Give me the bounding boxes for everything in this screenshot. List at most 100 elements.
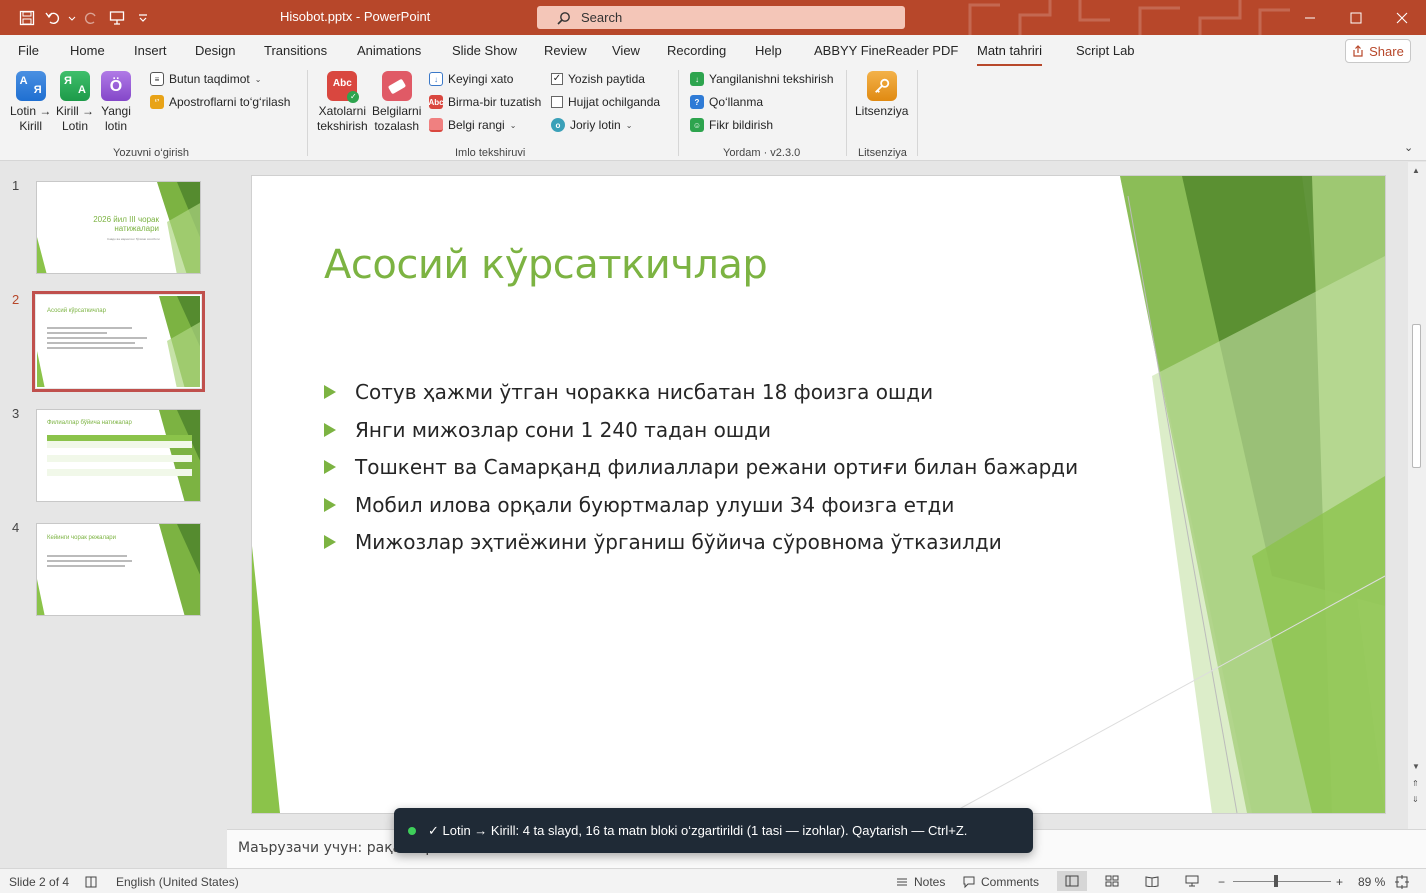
tab-file[interactable]: File <box>18 43 39 58</box>
zoom-in-button[interactable]: + <box>1336 875 1343 889</box>
bullet-item[interactable]: Янги мижозлар сони 1 240 тадан ошди <box>324 418 1078 456</box>
license-label: Litsenziya <box>855 104 909 118</box>
tab-slide-show[interactable]: Slide Show <box>452 43 517 58</box>
tab-review[interactable]: Review <box>544 43 587 58</box>
scrollbar-thumb[interactable] <box>1412 324 1421 468</box>
ribbon-separator <box>678 70 679 156</box>
document-title: Hisobot.pptx - PowerPoint <box>280 9 431 24</box>
slide-thumbnail-1[interactable]: 2026 йил III чорак натижалари Савдо ва м… <box>36 181 201 274</box>
while-typing-checkbox[interactable]: ✓ Yozish paytida <box>551 72 645 86</box>
mark-color-dropdown[interactable]: Belgi rangi ⌄ <box>429 118 516 132</box>
zoom-slider-thumb[interactable] <box>1274 875 1278 887</box>
slide-thumbnail-2[interactable]: Асосий кўрсаткичлар <box>32 291 205 392</box>
slide-sorter-button[interactable] <box>1097 871 1127 891</box>
notes-label: Notes <box>914 875 946 889</box>
tab-design[interactable]: Design <box>195 43 235 58</box>
next-error-button[interactable]: ↓ Keyingi xato <box>429 72 513 86</box>
cyrillic-to-latin-button[interactable]: ЯA Kirill → Lotin <box>56 71 94 134</box>
accessibility-icon[interactable] <box>84 875 98 889</box>
tab-matn-tahriri[interactable]: Matn tahriri <box>977 43 1043 67</box>
tab-view[interactable]: View <box>612 43 640 58</box>
bullet-arrow-icon <box>324 497 336 512</box>
cyrillic-to-latin-label-1: Kirill → <box>56 104 94 118</box>
current-latin-dropdown[interactable]: o Joriy lotin ⌄ <box>551 118 632 132</box>
tab-insert[interactable]: Insert <box>134 43 167 58</box>
mark-color-icon <box>429 118 443 132</box>
zoom-slider-track[interactable] <box>1233 881 1331 882</box>
undo-icon[interactable] <box>40 8 66 28</box>
minimize-button[interactable] <box>1287 0 1333 35</box>
customize-qat-icon[interactable] <box>130 8 156 28</box>
reading-view-button[interactable] <box>1137 871 1167 891</box>
tab-help[interactable]: Help <box>755 43 782 58</box>
manual-button[interactable]: ? Qo‘llanma <box>690 95 763 109</box>
slide-bullet-list[interactable]: Сотув ҳажми ўтган чоракка нисбатан 18 фо… <box>324 380 1078 568</box>
bullet-item[interactable]: Сотув ҳажми ўтган чоракка нисбатан 18 фо… <box>324 380 1078 418</box>
new-latin-button[interactable]: Ö Yangi lotin <box>101 71 131 134</box>
feedback-label: Fikr bildirish <box>709 118 774 132</box>
next-slide-icon[interactable]: ⇓ <box>1412 795 1419 804</box>
bullet-item[interactable]: Тошкент ва Самарқанд филиаллари режани о… <box>324 455 1078 493</box>
bullet-arrow-icon <box>324 460 336 474</box>
latin-to-cyrillic-button[interactable]: AЯ Lotin → Kirill <box>10 71 51 134</box>
presentation-icon[interactable] <box>104 8 130 28</box>
thumbnail-number: 1 <box>12 178 20 193</box>
notes-toggle[interactable]: Notes <box>895 875 945 889</box>
previous-slide-icon[interactable]: ⇑ <box>1412 779 1419 788</box>
normal-view-button[interactable] <box>1057 871 1087 891</box>
tab-transitions[interactable]: Transitions <box>264 43 327 58</box>
language-indicator[interactable]: English (United States) <box>116 875 239 889</box>
bullet-arrow-icon <box>324 535 336 549</box>
cyrillic-to-latin-label-2: Lotin <box>61 119 89 133</box>
ribbon: AЯ Lotin → Kirill ЯA Kirill → Lotin Ö Ya… <box>0 66 1426 161</box>
scroll-up-icon[interactable]: ▲ <box>1412 166 1420 175</box>
slide-show-icon <box>1185 875 1199 887</box>
tab-abbyy[interactable]: ABBYY FineReader PDF <box>814 43 958 58</box>
clear-marks-button[interactable]: Belgilarni tozalash <box>372 71 421 134</box>
search-box[interactable]: Search <box>537 6 905 29</box>
tab-home[interactable]: Home <box>70 43 105 58</box>
comments-toggle[interactable]: Comments <box>962 875 1039 889</box>
maximize-button[interactable] <box>1333 0 1379 35</box>
redo-icon[interactable] <box>78 8 104 28</box>
check-updates-button[interactable]: ↓ Yangilanishni tekshirish <box>690 72 834 86</box>
checkbox-checked[interactable]: ✓ <box>551 73 563 85</box>
undo-dropdown-icon[interactable] <box>66 8 78 28</box>
tab-animations[interactable]: Animations <box>357 43 421 58</box>
slide-counter[interactable]: Slide 2 of 4 <box>9 875 69 889</box>
vertical-scrollbar[interactable]: ▲ ▼ ⇑ ⇓ <box>1408 162 1426 829</box>
fix-apostrophes-button[interactable]: ‘’ Apostroflarni to‘g‘rilash <box>150 95 290 109</box>
on-open-checkbox[interactable]: Hujjat ochilganda <box>551 95 660 109</box>
whole-presentation-label: Butun taqdimot <box>169 72 250 86</box>
feedback-button[interactable]: ☺ Fikr bildirish <box>690 118 773 132</box>
slide-thumbnail-3[interactable]: Филиаллар бўйича натижалар <box>36 409 201 502</box>
new-latin-label-2: lotin <box>104 119 127 133</box>
slide-show-button[interactable] <box>1177 871 1207 891</box>
slide-thumbnail-4[interactable]: Кейинги чорак режалари <box>36 523 201 616</box>
fix-one-by-one-button[interactable]: Abc Birma-bir tuzatish <box>428 95 541 109</box>
save-icon[interactable] <box>14 8 40 28</box>
reading-view-icon <box>1145 876 1159 887</box>
bullet-item[interactable]: Мобил илова орқали буюртмалар улуши 34 ф… <box>324 493 1078 531</box>
zoom-level[interactable]: 89 % <box>1358 875 1385 889</box>
whole-presentation-dropdown[interactable]: ≡ Butun taqdimot ⌄ <box>150 72 261 86</box>
scroll-down-icon[interactable]: ▼ <box>1412 762 1420 771</box>
license-button[interactable]: Litsenziya <box>855 71 908 119</box>
share-button[interactable]: Share <box>1345 39 1411 63</box>
check-updates-label: Yangilanishni tekshirish <box>709 72 834 86</box>
tab-script-lab[interactable]: Script Lab <box>1076 43 1135 58</box>
thumbnail-bullet-lines <box>47 555 132 570</box>
bullet-item[interactable]: Мижозлар эҳтиёжини ўрганиш бўйича сўровн… <box>324 530 1078 568</box>
current-slide[interactable]: Асосий кўрсаткичлар Сотув ҳажми ўтган чо… <box>252 176 1385 813</box>
close-button[interactable] <box>1379 0 1425 35</box>
ribbon-separator <box>917 70 918 156</box>
tab-recording[interactable]: Recording <box>667 43 726 58</box>
thumbnail-title: Асосий кўрсаткичлар <box>47 308 106 314</box>
collapse-ribbon-icon[interactable]: ⌄ <box>1404 141 1413 154</box>
slide-title[interactable]: Асосий кўрсаткичлар <box>324 242 768 288</box>
check-errors-button[interactable]: Abc ✓ Xatolarni tekshirish <box>317 71 368 134</box>
checkbox-unchecked[interactable] <box>551 96 563 108</box>
fit-to-window-icon[interactable] <box>1395 875 1409 889</box>
next-error-icon: ↓ <box>429 72 443 86</box>
zoom-out-button[interactable]: − <box>1218 875 1225 889</box>
